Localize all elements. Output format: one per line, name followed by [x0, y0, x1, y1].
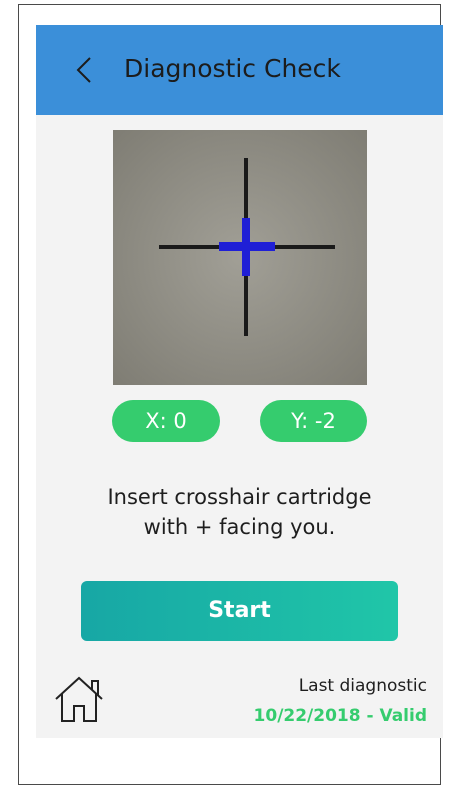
y-offset-badge: Y: -2 — [260, 400, 367, 442]
camera-preview — [113, 130, 367, 385]
page-title: Diagnostic Check — [124, 54, 341, 83]
x-offset-badge: X: 0 — [112, 400, 220, 442]
last-diagnostic-status: 10/22/2018 - Valid — [253, 706, 427, 726]
instruction-line-2: with + facing you. — [143, 515, 336, 539]
home-icon[interactable] — [52, 673, 106, 725]
app-screen: Diagnostic Check X: 0 Y: -2 Insert cross… — [36, 25, 443, 738]
chevron-left-icon[interactable] — [74, 55, 94, 85]
last-diagnostic-label: Last diagnostic — [298, 676, 427, 696]
instruction-text: Insert crosshair cartridge with + facing… — [36, 482, 443, 542]
start-button[interactable]: Start — [81, 581, 398, 641]
header-bar: Diagnostic Check — [36, 25, 443, 115]
instruction-line-1: Insert crosshair cartridge — [107, 485, 372, 509]
